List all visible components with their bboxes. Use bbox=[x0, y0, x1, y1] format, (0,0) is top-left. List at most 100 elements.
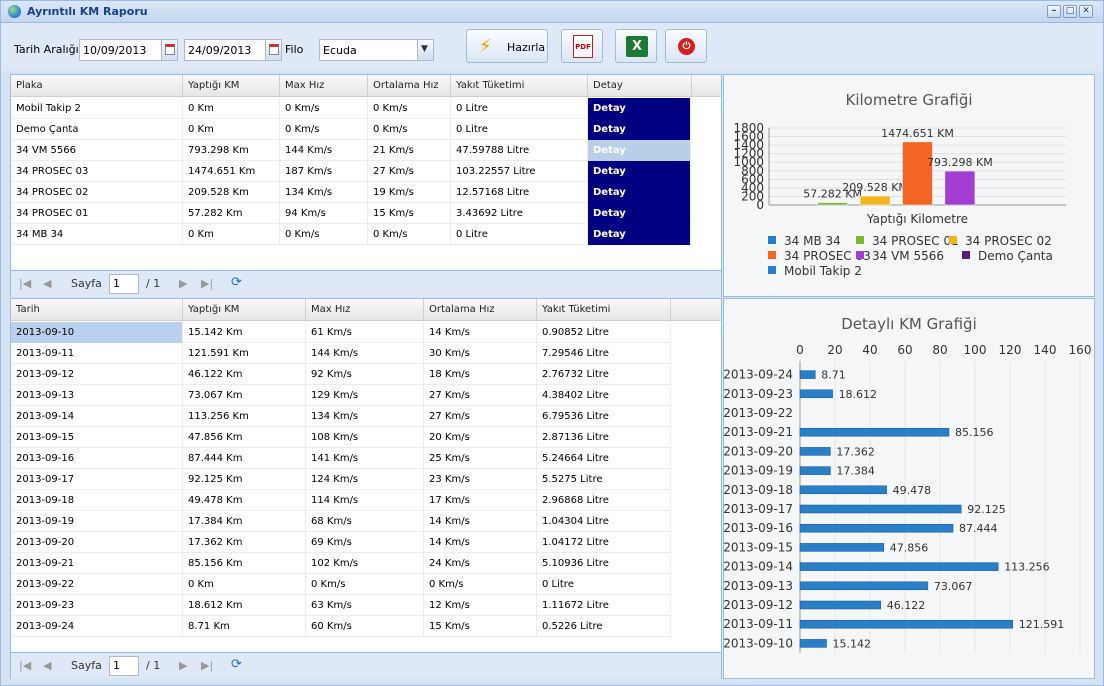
detail-button[interactable]: Detay bbox=[588, 119, 691, 140]
table-row[interactable]: 2013-09-22 0 Km 0 Km/s 0 Km/s 0 Litre bbox=[11, 574, 671, 595]
end-date-input[interactable]: 24/09/2013 bbox=[184, 39, 268, 61]
table-row[interactable]: 34 PROSEC 01 57.282 Km 94 Km/s 15 Km/s 3.436… bbox=[11, 203, 692, 224]
table-cell: 134 Km/s bbox=[306, 406, 424, 427]
table-cell: 0 Km/s bbox=[280, 119, 368, 140]
table-row[interactable]: 34 MB 34 0 Km 0 Km/s 0 Km/s 0 Litre Detay bbox=[11, 224, 692, 245]
page-input[interactable]: 1 bbox=[109, 656, 139, 676]
first-page-icon[interactable]: |◀ bbox=[19, 277, 31, 290]
col-km[interactable]: Yaptığı KM bbox=[183, 299, 306, 321]
col-plate[interactable]: Plaka bbox=[11, 75, 183, 97]
date-range-label: Tarih Aralığı bbox=[14, 43, 79, 56]
table-row[interactable]: 2013-09-15 47.856 Km 108 Km/s 20 Km/s 2.8713… bbox=[11, 427, 671, 448]
bar bbox=[799, 543, 884, 552]
table-row[interactable]: 34 PROSEC 03 1474.651 Km 187 Km/s 27 Km/s 10… bbox=[11, 161, 692, 182]
col-km[interactable]: Yaptığı KM bbox=[183, 75, 280, 97]
table-row[interactable]: 2013-09-11 121.591 Km 144 Km/s 30 Km/s 7.295… bbox=[11, 343, 671, 364]
table-row[interactable]: Mobil Takip 20 Km 0 Km/s 0 Km/s 0 Litre Deta… bbox=[11, 98, 692, 119]
table-row[interactable]: Demo Çanta 0 Km 0 Km/s 0 Km/s 0 Litre Detay bbox=[11, 119, 692, 140]
col-avg-speed[interactable]: Ortalama Hız bbox=[368, 75, 451, 97]
detail-button[interactable]: Detay bbox=[588, 140, 691, 161]
col-max-speed[interactable]: Max Hız bbox=[306, 299, 424, 321]
table-row[interactable]: 2013-09-12 46.122 Km 92 Km/s 18 Km/s 2.76732… bbox=[11, 364, 671, 385]
table-row[interactable]: 2013-09-20 17.362 Km 69 Km/s 14 Km/s 1.04172… bbox=[11, 532, 671, 553]
table-row[interactable]: 2013-09-21 85.156 Km 102 Km/s 24 Km/s 5.1093… bbox=[11, 553, 671, 574]
category-label: 2013-09-21 bbox=[724, 425, 793, 439]
table-cell: 2013-09-18 bbox=[11, 490, 183, 511]
detail-button[interactable]: Detay bbox=[588, 98, 691, 119]
category-label: 2013-09-14 bbox=[724, 560, 793, 574]
col-fuel[interactable]: Yakıt Tüketimi bbox=[451, 75, 588, 97]
table-cell: 2.87136 Litre bbox=[537, 427, 671, 448]
col-detail[interactable]: Detay bbox=[588, 75, 692, 97]
x-tick-label: 60 bbox=[897, 343, 912, 357]
export-pdf-button[interactable]: PDF bbox=[561, 29, 603, 63]
close-button[interactable]: ✕ bbox=[1079, 5, 1093, 18]
table-cell: 94 Km/s bbox=[280, 203, 368, 224]
bar bbox=[799, 485, 887, 495]
category-label: 2013-09-19 bbox=[724, 464, 793, 478]
table-cell: 14 Km/s bbox=[424, 511, 537, 532]
legend-label: 34 PROSEC 01 bbox=[872, 234, 959, 248]
prepare-button[interactable]: ⚡ Hazırla bbox=[466, 29, 548, 63]
prev-page-icon[interactable]: ◀ bbox=[43, 659, 51, 672]
table-cell: 3.43692 Litre bbox=[451, 203, 588, 224]
table-row[interactable]: 34 VM 5566 793.298 Km 144 Km/s 21 Km/s 47.59… bbox=[11, 140, 692, 161]
category-label: 2013-09-24 bbox=[724, 368, 793, 382]
table-cell: 0.90852 Litre bbox=[537, 322, 671, 343]
table-row[interactable]: 2013-09-16 87.444 Km 141 Km/s 25 Km/s 5.2466… bbox=[11, 448, 671, 469]
table-row[interactable]: 2013-09-18 49.478 Km 114 Km/s 17 Km/s 2.9686… bbox=[11, 490, 671, 511]
report-window: Ayrıntılı KM Raporu – □ ✕ Tarih Aralığı … bbox=[0, 0, 1104, 686]
data-label: 85.156 bbox=[955, 426, 994, 439]
x-tick-label: 120 bbox=[999, 343, 1022, 357]
table-row[interactable]: 34 PROSEC 02 209.528 Km 134 Km/s 19 Km/s 12.… bbox=[11, 182, 692, 203]
next-page-icon[interactable]: ▶ bbox=[179, 659, 187, 672]
category-label: 2013-09-11 bbox=[724, 617, 793, 631]
prev-page-icon[interactable]: ◀ bbox=[43, 277, 51, 290]
close-report-button[interactable]: ⏻ bbox=[665, 29, 707, 63]
col-max-speed[interactable]: Max Hız bbox=[280, 75, 368, 97]
col-avg-speed[interactable]: Ortalama Hız bbox=[424, 299, 537, 321]
window-titlebar[interactable]: Ayrıntılı KM Raporu – □ ✕ bbox=[1, 1, 1103, 23]
table-cell: 69 Km/s bbox=[306, 532, 424, 553]
refresh-icon[interactable]: ⟳ bbox=[231, 275, 242, 290]
table-row[interactable]: 2013-09-23 18.612 Km 63 Km/s 12 Km/s 1.11672… bbox=[11, 595, 671, 616]
table-row[interactable]: 2013-09-24 8.71 Km 60 Km/s 15 Km/s 0.5226 Li… bbox=[11, 616, 671, 637]
data-label: 46.122 bbox=[887, 599, 926, 612]
col-fuel[interactable]: Yakıt Tüketimi bbox=[537, 299, 671, 321]
maximize-button[interactable]: □ bbox=[1063, 5, 1077, 18]
bar bbox=[944, 170, 976, 206]
detail-button[interactable]: Detay bbox=[588, 161, 691, 182]
table-row[interactable]: 2013-09-10 15.142 Km 61 Km/s 14 Km/s 0.90852… bbox=[11, 322, 671, 343]
end-date-picker-button[interactable] bbox=[265, 39, 282, 61]
table-cell: 0 Km bbox=[183, 224, 280, 245]
minimize-button[interactable]: – bbox=[1047, 5, 1061, 18]
fleet-label: Filo bbox=[285, 43, 304, 56]
table-cell: 63 Km/s bbox=[306, 595, 424, 616]
last-page-icon[interactable]: ▶| bbox=[201, 277, 213, 290]
x-tick-label: 20 bbox=[827, 343, 842, 357]
start-date-input[interactable]: 10/09/2013 bbox=[79, 39, 163, 61]
start-date-picker-button[interactable] bbox=[161, 39, 178, 61]
table-row[interactable]: 2013-09-13 73.067 Km 129 Km/s 27 Km/s 4.3840… bbox=[11, 385, 671, 406]
table-cell: 2013-09-14 bbox=[11, 406, 183, 427]
detail-button[interactable]: Detay bbox=[588, 224, 691, 245]
refresh-icon[interactable]: ⟳ bbox=[231, 657, 242, 672]
table-row[interactable]: 2013-09-17 92.125 Km 124 Km/s 23 Km/s 5.5275… bbox=[11, 469, 671, 490]
table-row[interactable]: 2013-09-19 17.384 Km 68 Km/s 14 Km/s 1.04304… bbox=[11, 511, 671, 532]
detail-button[interactable]: Detay bbox=[588, 182, 691, 203]
table-row[interactable]: 2013-09-14 113.256 Km 134 Km/s 27 Km/s 6.795… bbox=[11, 406, 671, 427]
calendar-icon bbox=[269, 44, 279, 55]
fleet-dropdown-button[interactable]: ▼ bbox=[417, 39, 434, 61]
legend-swatch bbox=[962, 251, 970, 259]
first-page-icon[interactable]: |◀ bbox=[19, 659, 31, 672]
detail-button[interactable]: Detay bbox=[588, 203, 691, 224]
last-page-icon[interactable]: ▶| bbox=[201, 659, 213, 672]
excel-icon: X bbox=[626, 36, 648, 57]
fleet-select[interactable]: Ecuda bbox=[319, 39, 419, 61]
col-date[interactable]: Tarih bbox=[11, 299, 183, 321]
next-page-icon[interactable]: ▶ bbox=[179, 277, 187, 290]
table-cell: 144 Km/s bbox=[306, 343, 424, 364]
page-input[interactable]: 1 bbox=[109, 274, 139, 294]
table-cell: 4.38402 Litre bbox=[537, 385, 671, 406]
export-excel-button[interactable]: X bbox=[615, 29, 657, 63]
